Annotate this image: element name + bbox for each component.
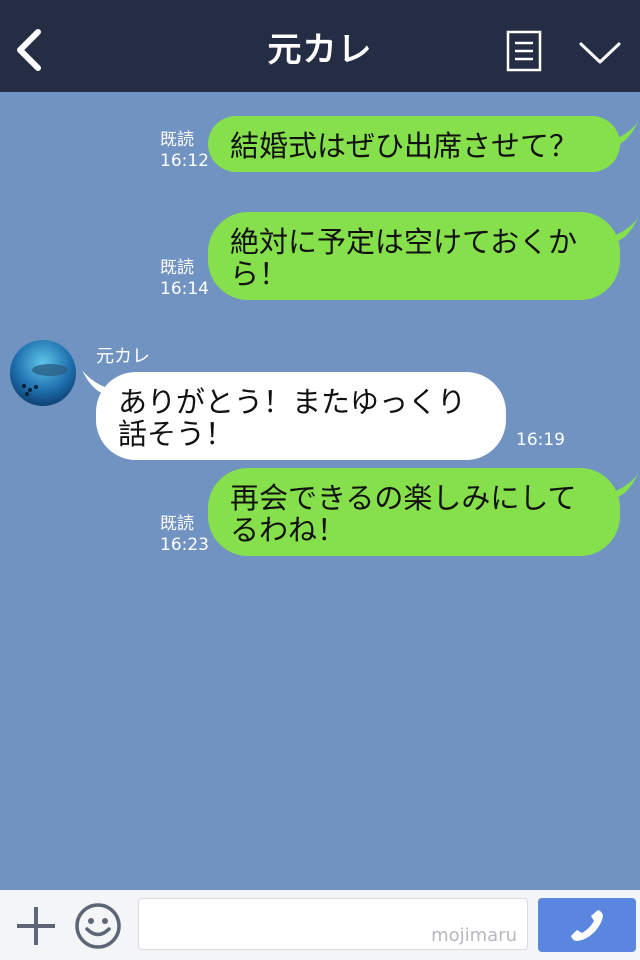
message-time: 16:14 — [160, 279, 209, 299]
chat-header: 元カレ — [0, 0, 640, 92]
message-time: 16:19 — [516, 430, 565, 450]
message-time: 16:23 — [160, 535, 209, 555]
sender-name: 元カレ — [96, 346, 150, 367]
read-label: 既読 — [160, 258, 194, 278]
message-bubble-sent[interactable]: 絶対に予定は空けておくから！ — [208, 212, 620, 300]
menu-list-icon[interactable] — [506, 30, 542, 72]
bubble-tail — [604, 122, 638, 146]
input-bar: mojimaru — [0, 890, 640, 960]
phone-icon — [571, 910, 603, 941]
read-label: 既読 — [160, 514, 194, 534]
message-bubble-sent[interactable]: 結婚式はぜひ出席させて？ — [208, 116, 620, 172]
chevron-down-icon[interactable] — [578, 38, 622, 68]
avatar[interactable] — [10, 340, 76, 406]
watermark-text: mojimaru — [431, 925, 517, 946]
smile-icon[interactable] — [74, 902, 122, 950]
message-input[interactable]: mojimaru — [138, 898, 528, 950]
chat-title: 元カレ — [267, 30, 373, 70]
read-receipt: 既読 16:12 — [160, 130, 209, 172]
call-button[interactable] — [538, 898, 636, 952]
plus-icon[interactable] — [14, 904, 58, 948]
bubble-tail — [604, 218, 638, 242]
read-receipt: 既読 16:14 — [160, 258, 209, 300]
message-time: 16:12 — [160, 151, 209, 171]
read-receipt: 既読 16:23 — [160, 514, 209, 556]
read-label: 既読 — [160, 130, 194, 150]
avatar-image — [10, 340, 76, 406]
message-bubble-sent[interactable]: 再会できるの楽しみにしてるわね！ — [208, 468, 620, 556]
message-bubble-received[interactable]: ありがとう！またゆっくり話そう！ — [96, 372, 506, 460]
bubble-tail — [604, 474, 638, 498]
chat-area[interactable]: 既読 16:12 結婚式はぜひ出席させて？ 既読 16:14 絶対に予定は空けて… — [0, 92, 640, 890]
